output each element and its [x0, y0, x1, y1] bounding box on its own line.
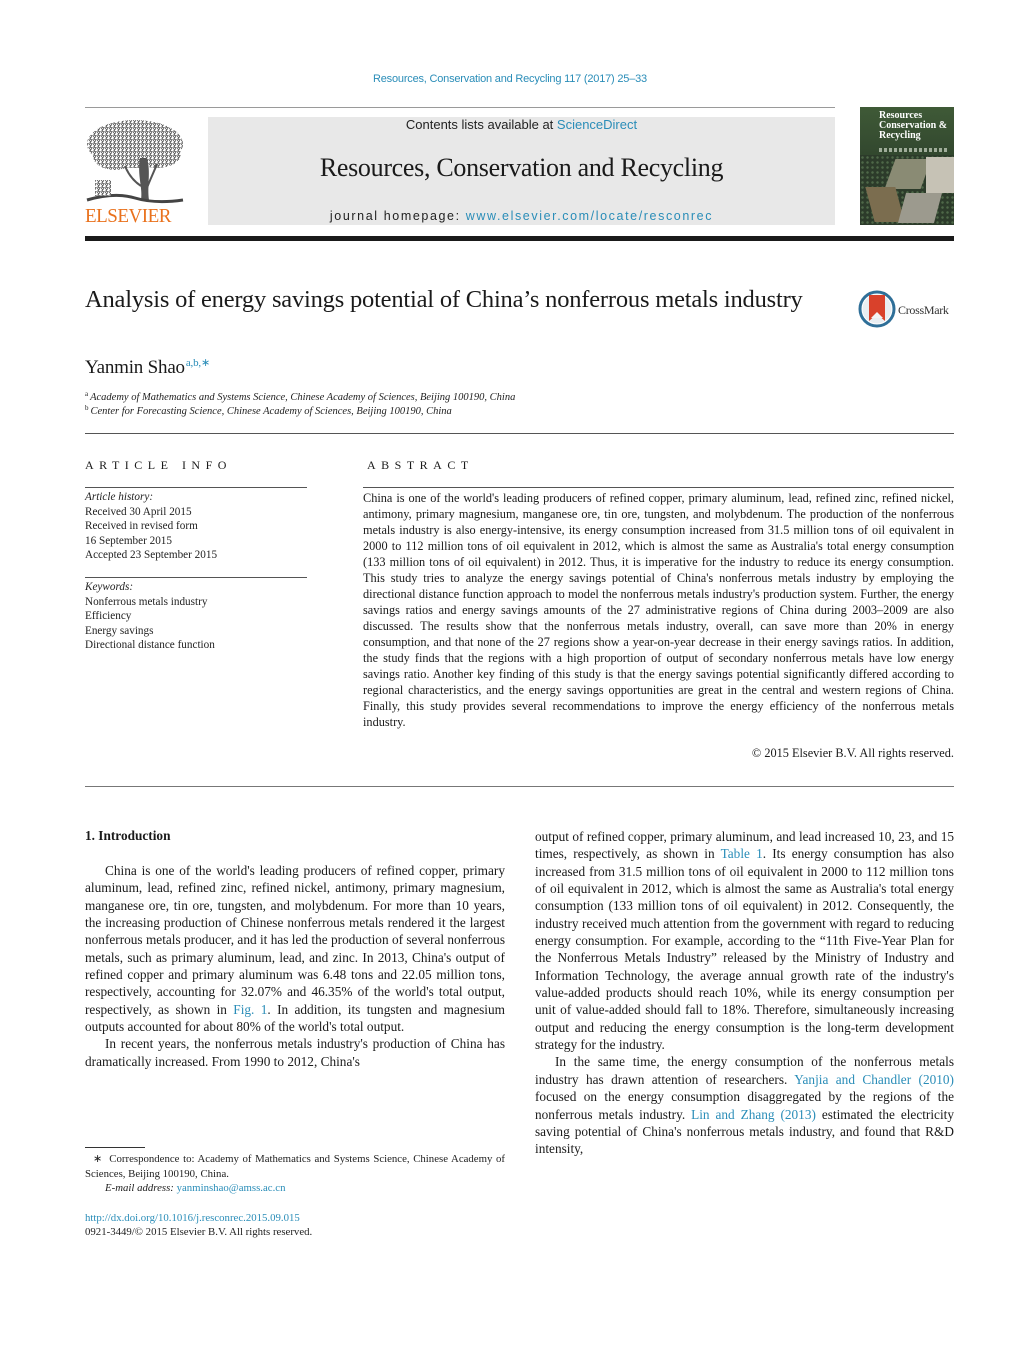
doi-link[interactable]: http://dx.doi.org/10.1016/j.resconrec.20…: [85, 1212, 300, 1224]
journal-citation[interactable]: Resources, Conservation and Recycling 11…: [0, 73, 1020, 85]
elsevier-logo[interactable]: ELSEVIER: [85, 116, 185, 228]
footnote-divider: [85, 1147, 145, 1148]
article-info-divider: [85, 487, 307, 488]
history-item: Received in revised form: [85, 520, 198, 532]
correspondence-line: ∗ Correspondence to: Academy of Mathemat…: [85, 1152, 505, 1181]
affiliation-a: a Academy of Mathematics and Systems Scie…: [85, 390, 515, 403]
elsevier-wordmark: ELSEVIER: [85, 205, 171, 227]
cover-subtitle: [879, 148, 949, 152]
history-item: Accepted 23 September 2015: [85, 549, 218, 561]
email-link[interactable]: yanminshao@amss.ac.cn: [177, 1182, 286, 1194]
history-item: 16 September 2015: [85, 534, 172, 547]
contents-line: Contents lists available at ScienceDirec…: [208, 117, 835, 132]
abstract-copyright: © 2015 Elsevier B.V. All rights reserved…: [751, 746, 954, 760]
footnote-marker: ∗: [93, 1153, 103, 1165]
crossmark-button[interactable]: CrossMark: [858, 290, 958, 330]
email-row: E-mail address: yanminshao@amss.ac.cn: [85, 1181, 505, 1196]
journal-banner: Contents lists available at ScienceDirec…: [208, 117, 835, 225]
fig1-link[interactable]: Fig. 1: [233, 1002, 267, 1017]
author-name[interactable]: Yanmin Shaoa,b,∗: [85, 356, 210, 379]
affiliation-marker: b: [85, 404, 89, 412]
keyword-item: Energy savings: [85, 624, 154, 637]
section-divider: [85, 433, 954, 434]
keyword-item: Directional distance function: [85, 639, 215, 651]
affiliation-text: Academy of Mathematics and Systems Scien…: [90, 392, 516, 403]
affiliation-marker: a: [85, 390, 89, 398]
keywords-heading: Keywords:: [85, 581, 134, 593]
keywords: Keywords: Nonferrous metals industry Eff…: [85, 580, 315, 653]
header-thick-divider: [85, 236, 954, 241]
body-column-right: output of refined copper, primary alumin…: [535, 828, 954, 1158]
history-item: Received 30 April 2015: [85, 505, 192, 518]
abstract-divider: [363, 487, 954, 488]
reference-link-yanjia-chandler[interactable]: Yanjia and Chandler (2010): [794, 1072, 954, 1087]
keywords-divider: [85, 577, 307, 578]
cover-photo: [926, 157, 954, 193]
affiliation-text: Center for Forecasting Science, Chinese …: [90, 406, 452, 417]
keyword-item: Efficiency: [85, 610, 132, 622]
elsevier-tree-icon: [86, 120, 184, 204]
author-affiliation-markers[interactable]: a,b,∗: [186, 357, 210, 369]
history-heading: Article history:: [85, 491, 154, 503]
abstract-heading: ABSTRACT: [367, 458, 474, 472]
body-column-left: China is one of the world's leading prod…: [85, 862, 505, 1070]
section-heading-introduction: 1. Introduction: [85, 828, 171, 843]
contents-prefix: Contents lists available at: [405, 117, 557, 132]
keyword-item: Nonferrous metals industry: [85, 595, 208, 608]
journal-cover-image[interactable]: Resources Conservation & Recycling: [860, 107, 954, 225]
article-history: Article history: Received 30 April 2015 …: [85, 490, 315, 563]
paragraph-text: . Its energy consumption has also increa…: [535, 846, 954, 1053]
sciencedirect-link[interactable]: ScienceDirect: [557, 117, 637, 132]
paragraph-text: China is one of the world's leading prod…: [85, 863, 505, 1017]
homepage-link[interactable]: www.elsevier.com/locate/resconrec: [466, 209, 713, 223]
affiliation-b: b Center for Forecasting Science, Chinese…: [85, 404, 452, 417]
body-divider: [85, 786, 954, 787]
crossmark-icon: [858, 290, 896, 328]
header-divider: [85, 107, 835, 108]
abstract-text: China is one of the world's leading prod…: [363, 491, 954, 729]
correspondence-footnote: ∗ Correspondence to: Academy of Mathemat…: [85, 1152, 505, 1196]
paragraph: China is one of the world's leading prod…: [85, 862, 505, 1035]
email-label: E-mail address:: [105, 1182, 174, 1194]
correspondence-text: Correspondence to: Academy of Mathematic…: [85, 1153, 505, 1180]
cover-title: Resources Conservation & Recycling: [879, 110, 948, 141]
paragraph: output of refined copper, primary alumin…: [535, 828, 954, 1053]
article-title: Analysis of energy savings potential of …: [85, 286, 803, 313]
issn-copyright: 0921-3449/© 2015 Elsevier B.V. All right…: [85, 1226, 313, 1238]
paragraph: In the same time, the energy consumption…: [535, 1053, 954, 1157]
journal-title: Resources, Conservation and Recycling: [319, 153, 724, 182]
homepage-prefix: journal homepage:: [329, 209, 466, 223]
crossmark-label: CrossMark: [898, 303, 949, 317]
paragraph: In recent years, the nonferrous metals i…: [85, 1036, 505, 1069]
journal-homepage: journal homepage: www.elsevier.com/locat…: [208, 209, 835, 223]
article-info-heading: ARTICLE INFO: [85, 458, 232, 472]
reference-link-lin-zhang[interactable]: Lin and Zhang (2013): [691, 1107, 816, 1122]
table1-link[interactable]: Table 1: [721, 846, 763, 861]
author-text: Yanmin Shao: [85, 357, 185, 378]
